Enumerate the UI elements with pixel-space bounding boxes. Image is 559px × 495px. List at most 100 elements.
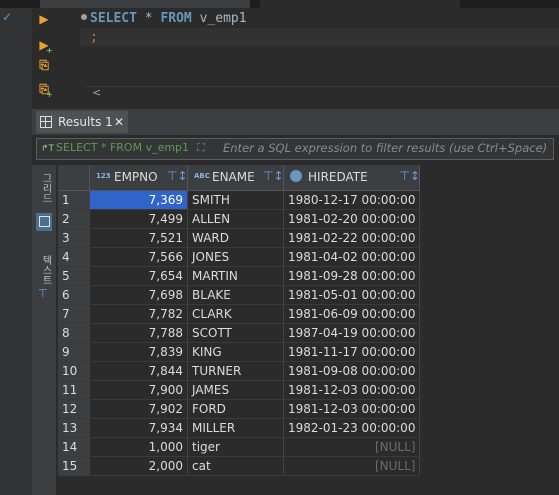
cell-hiredate[interactable]: 1981-02-20 00:00:00 (283, 209, 421, 229)
row-number[interactable]: 9 (58, 342, 90, 362)
cell-ename[interactable]: SCOTT (187, 323, 284, 343)
table-row[interactable]: 15 2,000 cat [NULL] (58, 456, 421, 476)
filter-bar[interactable]: ↱T SELECT * FROM v_emp1 ⛶ Enter a SQL exp… (36, 138, 554, 160)
cell-ename[interactable]: TURNER (187, 361, 284, 381)
cell-empno[interactable]: 7,566 (89, 247, 188, 267)
text-view-icon[interactable]: ⊤ (38, 287, 48, 300)
cell-ename[interactable]: tiger (187, 437, 284, 457)
row-number-header[interactable] (58, 165, 90, 191)
table-row[interactable]: 12 7,902 FORD 1981-12-03 00:00:00 (58, 399, 421, 419)
table-row[interactable]: 11 7,900 JAMES 1981-12-03 00:00:00 (58, 380, 421, 400)
cell-hiredate[interactable]: 1981-12-03 00:00:00 (283, 380, 421, 400)
cell-ename[interactable]: cat (187, 456, 284, 476)
cell-empno[interactable]: 7,839 (89, 342, 188, 362)
fold-marker-icon[interactable] (81, 14, 87, 20)
expand-icon[interactable]: ⛶ (197, 141, 209, 155)
filter-input[interactable]: Enter a SQL expression to filter results… (223, 141, 547, 155)
sort-filter-icon[interactable]: ⊤↕ (399, 169, 420, 183)
cell-hiredate[interactable]: 1981-12-03 00:00:00 (283, 399, 421, 419)
table-row[interactable]: 8 7,788 SCOTT 1987-04-19 00:00:00 (58, 323, 421, 343)
row-number[interactable]: 6 (58, 285, 90, 305)
row-number[interactable]: 2 (58, 209, 90, 229)
results-grid[interactable]: 123 EMPNO ⊤↕ ABC ENAME ⊤↕ HIREDATE ⊤↕ 17… (58, 165, 421, 476)
table-row[interactable]: 2 7,499 ALLEN 1981-02-20 00:00:00 (58, 209, 421, 229)
row-number[interactable]: 4 (58, 247, 90, 267)
editor-tab[interactable] (40, 0, 250, 8)
cell-hiredate[interactable]: 1981-11-17 00:00:00 (283, 342, 421, 362)
execute-statement-icon[interactable]: ▶ (37, 12, 51, 26)
sort-filter-icon[interactable]: ⊤↕ (167, 169, 188, 183)
close-icon[interactable]: ✕ (114, 111, 124, 133)
chevron-down-icon[interactable]: ✓ (2, 10, 12, 24)
column-header-empno[interactable]: 123 EMPNO ⊤↕ (89, 165, 188, 191)
cell-empno[interactable]: 7,902 (89, 399, 188, 419)
cell-ename[interactable]: CLARK (187, 304, 284, 324)
row-number[interactable]: 15 (58, 456, 90, 476)
cell-hiredate[interactable]: 1981-02-22 00:00:00 (283, 228, 421, 248)
cell-empno[interactable]: 7,698 (89, 285, 188, 305)
table-row[interactable]: 1 7,369 SMITH 1980-12-17 00:00:00 (58, 190, 421, 210)
row-number[interactable]: 14 (58, 437, 90, 457)
cell-ename[interactable]: KING (187, 342, 284, 362)
scroll-left-arrow[interactable]: < (92, 86, 101, 99)
cell-ename[interactable]: ALLEN (187, 209, 284, 229)
cell-ename[interactable]: SMITH (187, 190, 284, 210)
text-view-label[interactable]: 텍스트 (38, 255, 53, 285)
cell-hiredate[interactable]: 1981-09-08 00:00:00 (283, 361, 421, 381)
filter-query-text[interactable]: ↱T SELECT * FROM v_emp1 (41, 141, 189, 154)
execute-script-new-tab-icon[interactable]: ⎘ + (37, 82, 53, 99)
cell-ename[interactable]: JAMES (187, 380, 284, 400)
cell-empno[interactable]: 1,000 (89, 437, 188, 457)
tab-results-1[interactable]: Results 1 ✕ (36, 111, 128, 133)
table-row[interactable]: 3 7,521 WARD 1981-02-22 00:00:00 (58, 228, 421, 248)
row-number[interactable]: 1 (58, 190, 90, 210)
table-row[interactable]: 6 7,698 BLAKE 1981-05-01 00:00:00 (58, 285, 421, 305)
cell-empno[interactable]: 7,788 (89, 323, 188, 343)
cell-ename[interactable]: JONES (187, 247, 284, 267)
grid-view-button[interactable] (36, 213, 52, 231)
cell-hiredate[interactable]: [NULL] (283, 437, 421, 457)
column-header-ename[interactable]: ABC ENAME ⊤↕ (187, 165, 284, 191)
cell-empno[interactable]: 7,934 (89, 418, 188, 438)
cell-empno[interactable]: 7,499 (89, 209, 188, 229)
editor-tab[interactable] (260, 0, 460, 8)
table-row[interactable]: 10 7,844 TURNER 1981-09-08 00:00:00 (58, 361, 421, 381)
cell-empno[interactable]: 7,900 (89, 380, 188, 400)
row-number[interactable]: 3 (58, 228, 90, 248)
cell-empno[interactable]: 7,654 (89, 266, 188, 286)
cell-ename[interactable]: MILLER (187, 418, 284, 438)
table-row[interactable]: 9 7,839 KING 1981-11-17 00:00:00 (58, 342, 421, 362)
row-number[interactable]: 12 (58, 399, 90, 419)
cell-ename[interactable]: WARD (187, 228, 284, 248)
cell-empno[interactable]: 7,782 (89, 304, 188, 324)
cell-hiredate[interactable]: 1981-06-09 00:00:00 (283, 304, 421, 324)
table-row[interactable]: 5 7,654 MARTIN 1981-09-28 00:00:00 (58, 266, 421, 286)
cell-empno[interactable]: 7,521 (89, 228, 188, 248)
column-header-hiredate[interactable]: HIREDATE ⊤↕ (283, 165, 421, 191)
execute-script-icon[interactable]: ⎘ (37, 58, 51, 72)
editor-horizontal-scrollbar[interactable]: < (86, 86, 559, 103)
row-number[interactable]: 7 (58, 304, 90, 324)
sort-filter-icon[interactable]: ⊤↕ (263, 169, 284, 183)
execute-in-new-tab-icon[interactable]: ▶ + (37, 38, 52, 55)
cell-empno[interactable]: 7,844 (89, 361, 188, 381)
cell-ename[interactable]: BLAKE (187, 285, 284, 305)
cell-hiredate[interactable]: 1987-04-19 00:00:00 (283, 323, 421, 343)
cell-hiredate[interactable]: [NULL] (283, 456, 421, 476)
row-number[interactable]: 11 (58, 380, 90, 400)
row-number[interactable]: 8 (58, 323, 90, 343)
cell-hiredate[interactable]: 1981-04-02 00:00:00 (283, 247, 421, 267)
grid-view-label[interactable]: 그리드 (38, 173, 53, 203)
table-row[interactable]: 7 7,782 CLARK 1981-06-09 00:00:00 (58, 304, 421, 324)
table-row[interactable]: 14 1,000 tiger [NULL] (58, 437, 421, 457)
cell-ename[interactable]: MARTIN (187, 266, 284, 286)
cell-empno[interactable]: 7,369 (89, 190, 188, 210)
row-number[interactable]: 10 (58, 361, 90, 381)
cell-ename[interactable]: FORD (187, 399, 284, 419)
cell-hiredate[interactable]: 1982-01-23 00:00:00 (283, 418, 421, 438)
cell-empno[interactable]: 2,000 (89, 456, 188, 476)
table-row[interactable]: 4 7,566 JONES 1981-04-02 00:00:00 (58, 247, 421, 267)
cell-hiredate[interactable]: 1981-05-01 00:00:00 (283, 285, 421, 305)
row-number[interactable]: 13 (58, 418, 90, 438)
table-row[interactable]: 13 7,934 MILLER 1982-01-23 00:00:00 (58, 418, 421, 438)
